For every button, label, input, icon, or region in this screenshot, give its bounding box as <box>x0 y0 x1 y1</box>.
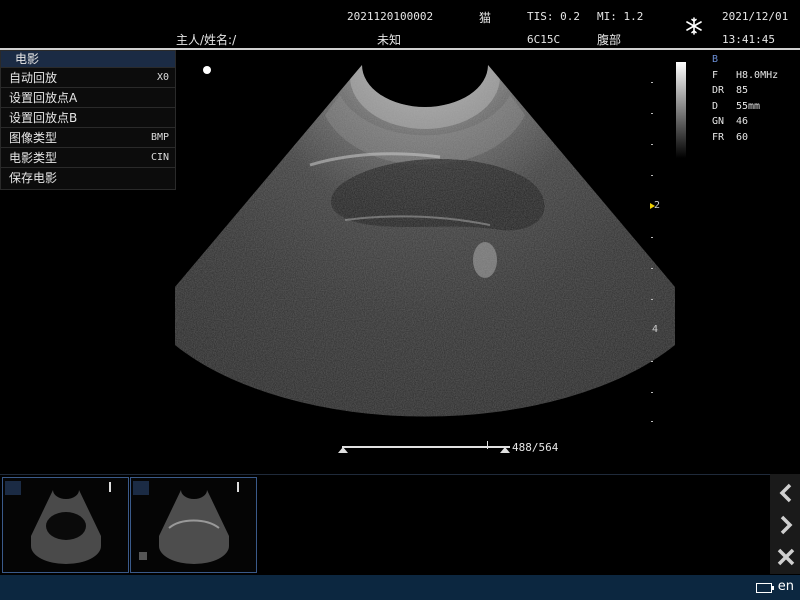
depth-tick <box>651 144 653 145</box>
menu-item-label: 设置回放点B <box>9 111 78 125</box>
menu-item-label: 图像类型 <box>9 131 58 145</box>
species: 猫 <box>479 11 492 25</box>
menu-item-label: 电影类型 <box>9 151 58 165</box>
menu-item-set-point-b[interactable]: 设置回放点B <box>1 107 175 127</box>
grayscale-bar <box>676 62 686 158</box>
thumbnail-1[interactable] <box>2 477 129 573</box>
cine-menu: 电影 自动回放 X0 设置回放点A 设置回放点B 图像类型 BMP 电影类型 C… <box>0 50 176 190</box>
thumbnail-2[interactable] <box>130 477 257 573</box>
status-bar: en <box>0 575 800 600</box>
cine-end-marker[interactable] <box>500 447 510 453</box>
snowflake-icon[interactable] <box>685 17 703 35</box>
param-row: DR 85 <box>712 85 749 96</box>
mode-indicator: B <box>712 54 719 65</box>
menu-item-value: BMP <box>150 132 169 143</box>
cine-progress-bar[interactable] <box>342 446 510 448</box>
menu-item-value: X0 <box>156 72 169 83</box>
param-row: F H8.0MHz <box>712 69 779 81</box>
depth-tick <box>651 268 653 269</box>
depth-tick <box>651 299 653 300</box>
param-row: GN 46 <box>712 116 749 127</box>
menu-item-auto-replay[interactable]: 自动回放 X0 <box>1 67 175 87</box>
depth-tick <box>651 113 653 114</box>
imaging-parameters: B F H8.0MHz DR 85 D 55mm GN 46 FR 60 <box>712 52 778 145</box>
frame-counter: 488/564 <box>512 441 559 454</box>
probe: 6C15C <box>527 33 561 46</box>
menu-item-label: 保存电影 <box>9 171 58 185</box>
menu-item-value: CIN <box>150 152 169 163</box>
menu-item-set-point-a[interactable]: 设置回放点A <box>1 87 175 107</box>
cine-menu-title: 电影 <box>1 51 175 67</box>
depth-tick <box>651 82 653 83</box>
cine-start-marker[interactable] <box>338 447 348 453</box>
name-value: 未知 <box>377 33 402 47</box>
param-row: FR 60 <box>712 131 749 143</box>
close-icon[interactable] <box>774 545 798 569</box>
depth-tick <box>651 175 653 176</box>
depth-label-4: 4 <box>652 324 659 335</box>
menu-item-image-type[interactable]: 图像类型 BMP <box>1 127 175 147</box>
depth-tick <box>651 421 653 422</box>
input-language[interactable]: en <box>778 579 794 594</box>
depth-tick <box>651 361 653 362</box>
date: 2021/12/01 <box>722 10 789 23</box>
menu-item-label: 自动回放 <box>9 71 58 85</box>
param-row: D 55mm <box>712 100 761 112</box>
time: 13:41:45 <box>722 33 775 46</box>
patient-id: 2021120100002 <box>347 10 434 23</box>
depth-label-2: 2 <box>654 200 661 211</box>
tis-value: TIS: 0.2 <box>527 10 580 23</box>
depth-tick <box>651 392 653 393</box>
battery-icon <box>756 583 774 593</box>
chevron-left-icon[interactable] <box>774 481 798 505</box>
cine-position-cursor[interactable] <box>487 441 489 449</box>
owner-name-label: 主人/姓名:/ <box>176 33 237 47</box>
menu-item-save-cine[interactable]: 保存电影 <box>1 167 175 187</box>
exam-type: 腹部 <box>597 33 622 47</box>
chevron-right-icon[interactable] <box>774 513 798 537</box>
mi-value: MI: 1.2 <box>597 10 644 23</box>
menu-item-label: 设置回放点A <box>9 91 78 105</box>
ultrasound-image[interactable] <box>170 55 680 430</box>
menu-item-cine-type[interactable]: 电影类型 CIN <box>1 147 175 167</box>
depth-tick <box>651 237 653 238</box>
